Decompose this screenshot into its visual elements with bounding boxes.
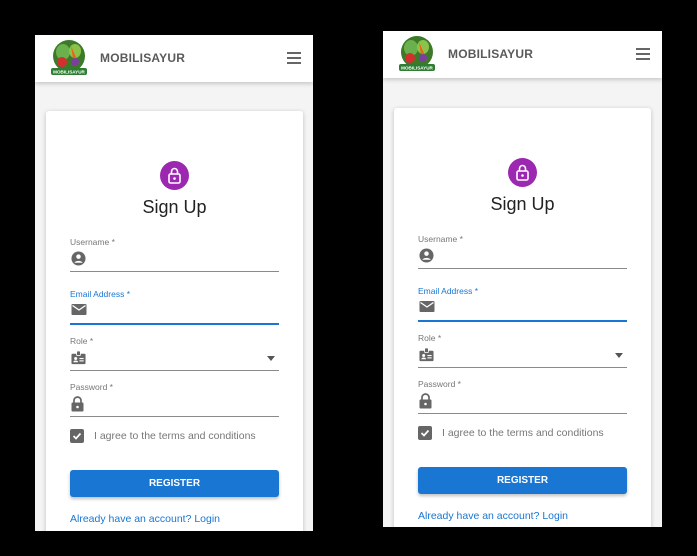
page-title: Sign Up [142, 197, 207, 217]
register-button[interactable]: REGISTER [418, 467, 627, 494]
email-field[interactable]: Email Address * [70, 289, 279, 325]
password-field[interactable]: Password * [70, 382, 279, 417]
email-input[interactable] [70, 299, 279, 325]
role-select[interactable] [418, 343, 627, 368]
phone-screen-left: MOBILISAYUR MOBILISAYUR Sign Up Username… [35, 35, 313, 531]
badge-icon [419, 347, 434, 362]
role-label: Role * [418, 333, 442, 343]
menu-icon[interactable] [287, 52, 301, 64]
svg-text:MOBILISAYUR: MOBILISAYUR [401, 66, 433, 71]
menu-icon[interactable] [636, 48, 650, 60]
password-label: Password * [70, 382, 113, 392]
username-input[interactable] [418, 244, 627, 269]
register-button[interactable]: REGISTER [70, 470, 279, 497]
check-icon [72, 432, 82, 440]
account-circle-icon [71, 251, 86, 266]
password-label: Password * [418, 379, 461, 389]
email-icon [71, 304, 87, 315]
login-link[interactable]: Already have an account? Login [418, 510, 568, 522]
login-link[interactable]: Already have an account? Login [70, 513, 220, 525]
username-field[interactable]: Username * [70, 237, 279, 272]
brand-name: MOBILISAYUR [100, 51, 186, 65]
username-label: Username * [70, 237, 115, 247]
lock-avatar [508, 158, 537, 187]
username-label: Username * [418, 234, 463, 244]
page-title: Sign Up [490, 194, 555, 214]
password-lock-icon [71, 396, 84, 412]
email-icon [419, 301, 435, 312]
lock-icon [168, 167, 181, 184]
email-label: Email Address * [418, 286, 478, 296]
terms-label[interactable]: I agree to the terms and conditions [94, 430, 256, 442]
mobilisayur-logo: MOBILISAYUR [51, 40, 87, 75]
signup-card: Sign Up Username * Email Address * Role … [394, 108, 651, 527]
terms-checkbox[interactable] [70, 429, 84, 443]
role-field[interactable]: Role * [418, 333, 627, 368]
mobilisayur-logo: MOBILISAYUR [399, 36, 435, 71]
username-field[interactable]: Username * [418, 234, 627, 269]
email-label: Email Address * [70, 289, 130, 299]
dropdown-arrow-icon[interactable] [267, 356, 275, 361]
lock-avatar [160, 161, 189, 190]
brand-name: MOBILISAYUR [448, 47, 534, 61]
lock-icon [516, 164, 529, 181]
badge-icon [71, 350, 86, 365]
email-field[interactable]: Email Address * [418, 286, 627, 322]
terms-checkbox[interactable] [418, 426, 432, 440]
role-field[interactable]: Role * [70, 336, 279, 371]
terms-label[interactable]: I agree to the terms and conditions [442, 427, 604, 439]
app-bar: MOBILISAYUR MOBILISAYUR [383, 31, 662, 78]
role-label: Role * [70, 336, 94, 346]
check-icon [420, 429, 430, 437]
email-input[interactable] [418, 296, 627, 322]
username-input[interactable] [70, 247, 279, 272]
password-input[interactable] [70, 392, 279, 417]
password-lock-icon [419, 393, 432, 409]
password-field[interactable]: Password * [418, 379, 627, 414]
dropdown-arrow-icon[interactable] [615, 353, 623, 358]
role-select[interactable] [70, 346, 279, 371]
svg-text:MOBILISAYUR: MOBILISAYUR [53, 70, 85, 75]
app-bar: MOBILISAYUR MOBILISAYUR [35, 35, 313, 82]
phone-screen-right: MOBILISAYUR MOBILISAYUR Sign Up Username… [383, 31, 662, 527]
password-input[interactable] [418, 389, 627, 414]
account-circle-icon [419, 248, 434, 263]
signup-card: Sign Up Username * Email Address * Role … [46, 111, 303, 531]
